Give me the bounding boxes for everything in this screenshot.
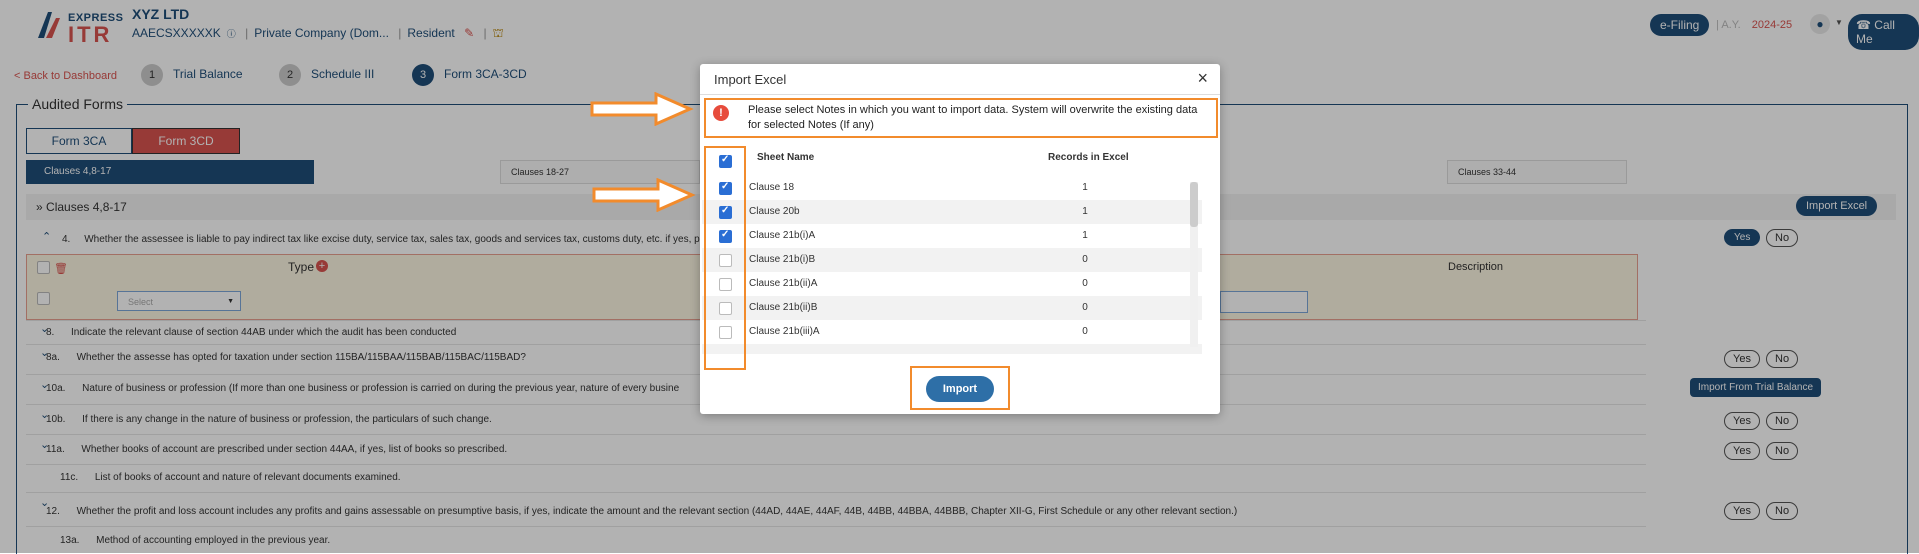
sheet-name: Clause 21b(iii)A	[749, 326, 820, 337]
record-count: 1	[1082, 182, 1088, 193]
table-row[interactable]: Clause 20b 1	[702, 200, 1202, 224]
sheet-name: Clause 21b(i)A	[749, 230, 816, 241]
modal-title: Import Excel	[714, 72, 787, 87]
import-button[interactable]: Import	[926, 376, 994, 402]
modal-divider	[700, 94, 1220, 95]
sheet-name-header: Sheet Name	[757, 152, 815, 163]
record-count: 0	[1082, 326, 1088, 337]
table-row[interactable]: Clause 21b(ii)B 0	[702, 296, 1202, 320]
table-row[interactable]: Clause 21b(i)A 1	[702, 224, 1202, 248]
sheet-table: Clause 18 1 Clause 20b 1 Clause 21b(i)A …	[702, 176, 1202, 354]
sheet-name: Clause 20b	[749, 206, 800, 217]
record-count: 1	[1082, 206, 1088, 217]
sheet-name: Clause 18	[749, 182, 795, 193]
warning-banner: ! Please select Notes in which you want …	[704, 98, 1218, 138]
annotation-arrow-icon	[590, 92, 694, 126]
warning-message: Please select Notes in which you want to…	[748, 104, 1198, 131]
import-excel-modal: Import Excel × ! Please select Notes in …	[700, 64, 1220, 414]
checkbox-highlight	[704, 146, 746, 370]
table-row[interactable]: Clause 18 1	[702, 176, 1202, 200]
table-row[interactable]: Clause 21b(i)B 0	[702, 248, 1202, 272]
record-count: 0	[1082, 254, 1088, 265]
sheet-name: Clause 21b(i)B	[749, 254, 816, 265]
sheet-name: Clause 21b(ii)A	[749, 278, 818, 289]
table-row	[702, 344, 1202, 354]
record-count: 0	[1082, 278, 1088, 289]
record-count: 0	[1082, 302, 1088, 313]
records-header: Records in Excel	[1048, 152, 1129, 163]
table-row[interactable]: Clause 21b(ii)A 0	[702, 272, 1202, 296]
close-icon[interactable]: ×	[1197, 68, 1208, 89]
annotation-arrow-icon	[592, 178, 696, 212]
record-count: 1	[1082, 230, 1088, 241]
sheet-name: Clause 21b(ii)B	[749, 302, 818, 313]
alert-icon: !	[713, 105, 729, 121]
scrollbar-thumb[interactable]	[1190, 182, 1198, 227]
table-row[interactable]: Clause 21b(iii)A 0	[702, 320, 1202, 344]
